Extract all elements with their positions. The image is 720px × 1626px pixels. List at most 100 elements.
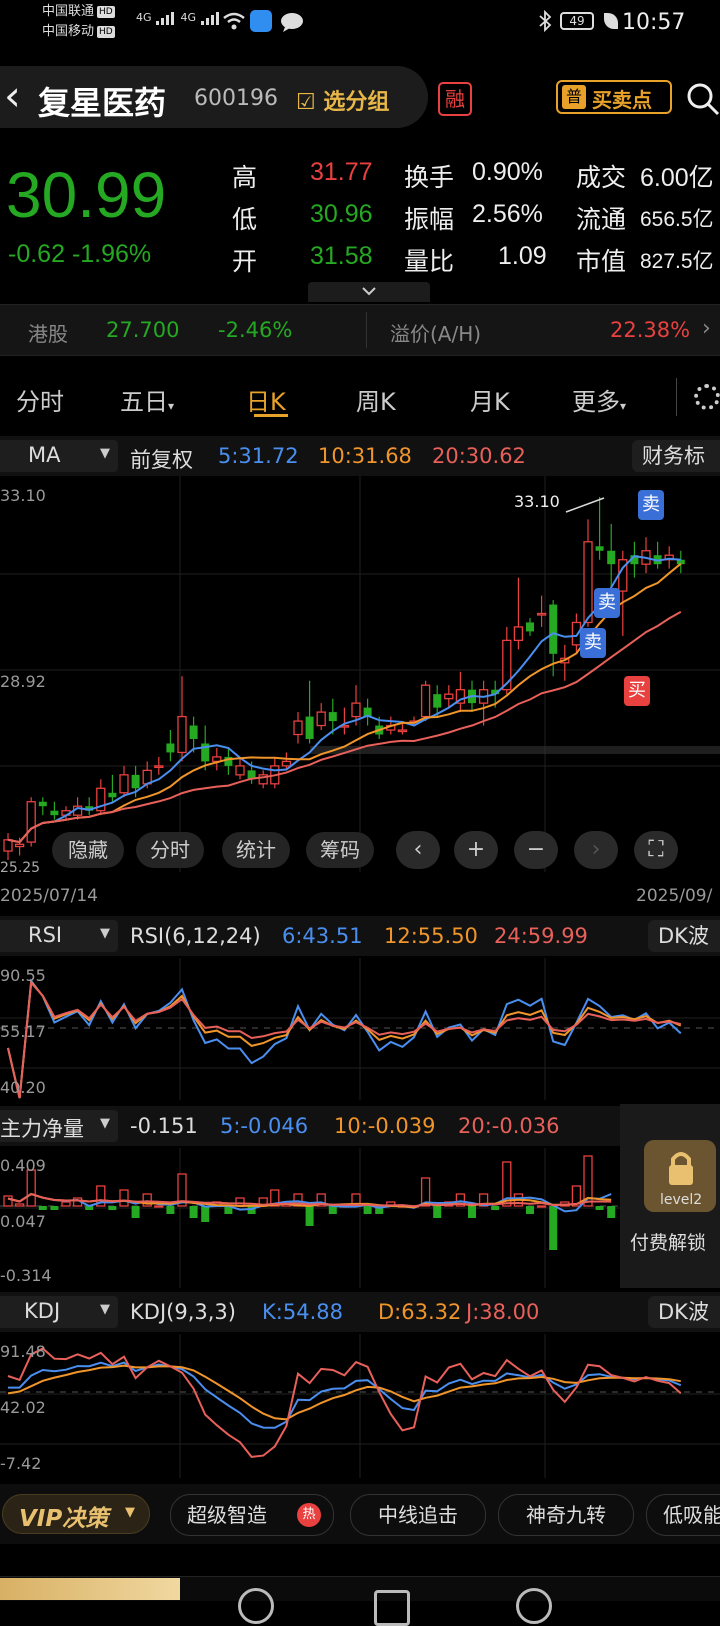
candle xyxy=(595,546,604,551)
chips-button[interactable]: 筹码 xyxy=(306,832,374,868)
candle xyxy=(420,684,431,718)
lock-icon xyxy=(669,1152,693,1185)
nav-circle-icon[interactable] xyxy=(238,1588,274,1624)
kdj-y1: 91.48 xyxy=(0,1342,46,1361)
leaf-icon xyxy=(604,13,618,29)
candle xyxy=(177,715,187,754)
tab-fenshi[interactable]: 分时 xyxy=(16,382,64,417)
flow-bar xyxy=(468,1206,476,1218)
flow-y1: 0.409 xyxy=(0,1156,46,1175)
kchart-peak-label: 33.10 xyxy=(514,492,560,511)
stats-button[interactable]: 统计 xyxy=(222,832,290,868)
kchart-date-start: 2025/07/14 xyxy=(0,886,98,906)
expand-quote-button[interactable] xyxy=(308,282,430,302)
mainflow-10: 10:-0.039 xyxy=(334,1114,436,1138)
vip-item-dip[interactable]: 低吸能 xyxy=(646,1494,720,1536)
group-button[interactable]: ☑ 选分组 xyxy=(296,84,389,116)
flow-bar xyxy=(61,1201,71,1207)
finance-button[interactable]: 财务标 xyxy=(632,440,720,472)
scroll-left-button[interactable]: ‹ xyxy=(396,831,440,869)
candle xyxy=(166,743,175,753)
nav-circle2-icon[interactable] xyxy=(516,1588,552,1624)
adjust-mode[interactable]: 前复权 xyxy=(130,444,193,474)
nav-square-icon[interactable] xyxy=(374,1590,410,1626)
tab-more[interactable]: 更多▾ xyxy=(572,382,626,417)
candle xyxy=(351,702,361,718)
scroll-right-button[interactable]: › xyxy=(574,831,618,869)
flow-bar xyxy=(3,1195,13,1207)
kdj-selector[interactable]: KDJ ▼ xyxy=(0,1296,118,1328)
mainflow-value: -0.151 xyxy=(130,1114,198,1138)
fullscreen-button[interactable]: ⛶ xyxy=(634,831,678,869)
candle xyxy=(38,801,47,807)
candle xyxy=(549,604,558,654)
ma20-value: 20:30.62 xyxy=(432,444,526,468)
ma-selector[interactable]: MA ▼ xyxy=(0,440,118,472)
kdj-params: KDJ(9,3,3) xyxy=(130,1300,236,1324)
candle xyxy=(119,774,129,794)
kdj-dk-button[interactable]: DK波 xyxy=(648,1296,720,1328)
kdj-chart xyxy=(0,1334,720,1478)
rsi-y2: 55.17 xyxy=(0,1022,46,1041)
kdj-d: D:63.32 xyxy=(378,1300,462,1324)
level2-lock-panel[interactable]: level2 付费解锁 xyxy=(620,1104,720,1288)
flow-bar xyxy=(526,1206,534,1214)
flow-bar xyxy=(166,1206,175,1214)
flow-bar xyxy=(536,1205,547,1208)
quote-row-open: 开 31.58 量比 1.09 市值 827.5亿 xyxy=(232,242,714,276)
fenshi-button[interactable]: 分时 xyxy=(136,832,204,868)
buy-marker[interactable]: 买 xyxy=(624,676,650,706)
candle xyxy=(189,725,198,739)
candle xyxy=(305,716,314,739)
mainflow-chart xyxy=(0,1148,620,1288)
kchart-y-high: 33.10 xyxy=(0,486,46,505)
ma10-value: 10:31.68 xyxy=(318,444,412,468)
settings-gear-icon[interactable] xyxy=(694,384,720,410)
vip-decision-button[interactable]: VIP决策 ▼ xyxy=(2,1494,150,1534)
vip-item-super[interactable]: 超级智造 热 xyxy=(170,1494,334,1536)
rsi-dk-button[interactable]: DK波 xyxy=(648,920,720,952)
rsi-12: 12:55.50 xyxy=(384,924,478,948)
status-carriers: 中国联通 HD 中国移动 HD xyxy=(42,4,115,39)
candlestick-chart[interactable] xyxy=(0,476,720,872)
sell-marker-1[interactable]: 卖 xyxy=(638,490,664,520)
zoom-out-button[interactable]: − xyxy=(514,831,558,869)
tab-active-indicator xyxy=(254,414,288,417)
tab-wuri[interactable]: 五日▾ xyxy=(120,382,174,417)
vip-item-midline[interactable]: 中线追击 xyxy=(350,1494,486,1536)
battery-icon: 49 xyxy=(560,12,594,30)
tab-rik[interactable]: 日K xyxy=(246,382,286,417)
rsi24-line xyxy=(7,980,682,1099)
bottom-gold-tab[interactable] xyxy=(0,1578,180,1600)
premium-value: 22.38% xyxy=(610,318,691,342)
hide-button[interactable]: 隐藏 xyxy=(52,832,124,868)
sell-marker-3[interactable]: 卖 xyxy=(580,628,606,658)
margin-badge[interactable]: 融 xyxy=(438,82,472,116)
zoom-in-button[interactable]: + xyxy=(454,831,498,869)
rsi-y3: 40.20 xyxy=(0,1078,46,1097)
tab-zhouk[interactable]: 周K xyxy=(356,382,396,417)
tab-yuek[interactable]: 月K xyxy=(470,382,510,417)
candle xyxy=(293,720,303,736)
flow-bar xyxy=(189,1206,198,1218)
buysell-button[interactable]: 普 买卖点 xyxy=(556,80,672,114)
signal-icons: 4G 4G xyxy=(136,10,222,26)
clock: 10:57 xyxy=(622,10,686,35)
candle xyxy=(513,626,524,642)
rsi6-line xyxy=(7,978,682,1099)
back-button[interactable]: ‹ xyxy=(4,70,21,122)
stock-code: 600196 xyxy=(194,86,278,111)
sell-marker-2[interactable]: 卖 xyxy=(594,588,620,618)
pressure-band xyxy=(310,746,720,754)
flow-bar xyxy=(38,1206,47,1210)
chevron-right-icon: › xyxy=(702,316,711,341)
search-icon[interactable] xyxy=(686,82,720,116)
flow-bar xyxy=(119,1189,129,1207)
rsi-selector[interactable]: RSI ▼ xyxy=(0,920,118,952)
vip-item-nine[interactable]: 神奇九转 xyxy=(498,1494,634,1536)
chevron-right-icon: › xyxy=(591,837,601,862)
flow-bar xyxy=(108,1206,117,1210)
hk-price: 27.700 xyxy=(106,318,180,342)
candle xyxy=(108,792,117,798)
mainflow-selector[interactable]: 主力净量 ▼ xyxy=(0,1110,118,1142)
